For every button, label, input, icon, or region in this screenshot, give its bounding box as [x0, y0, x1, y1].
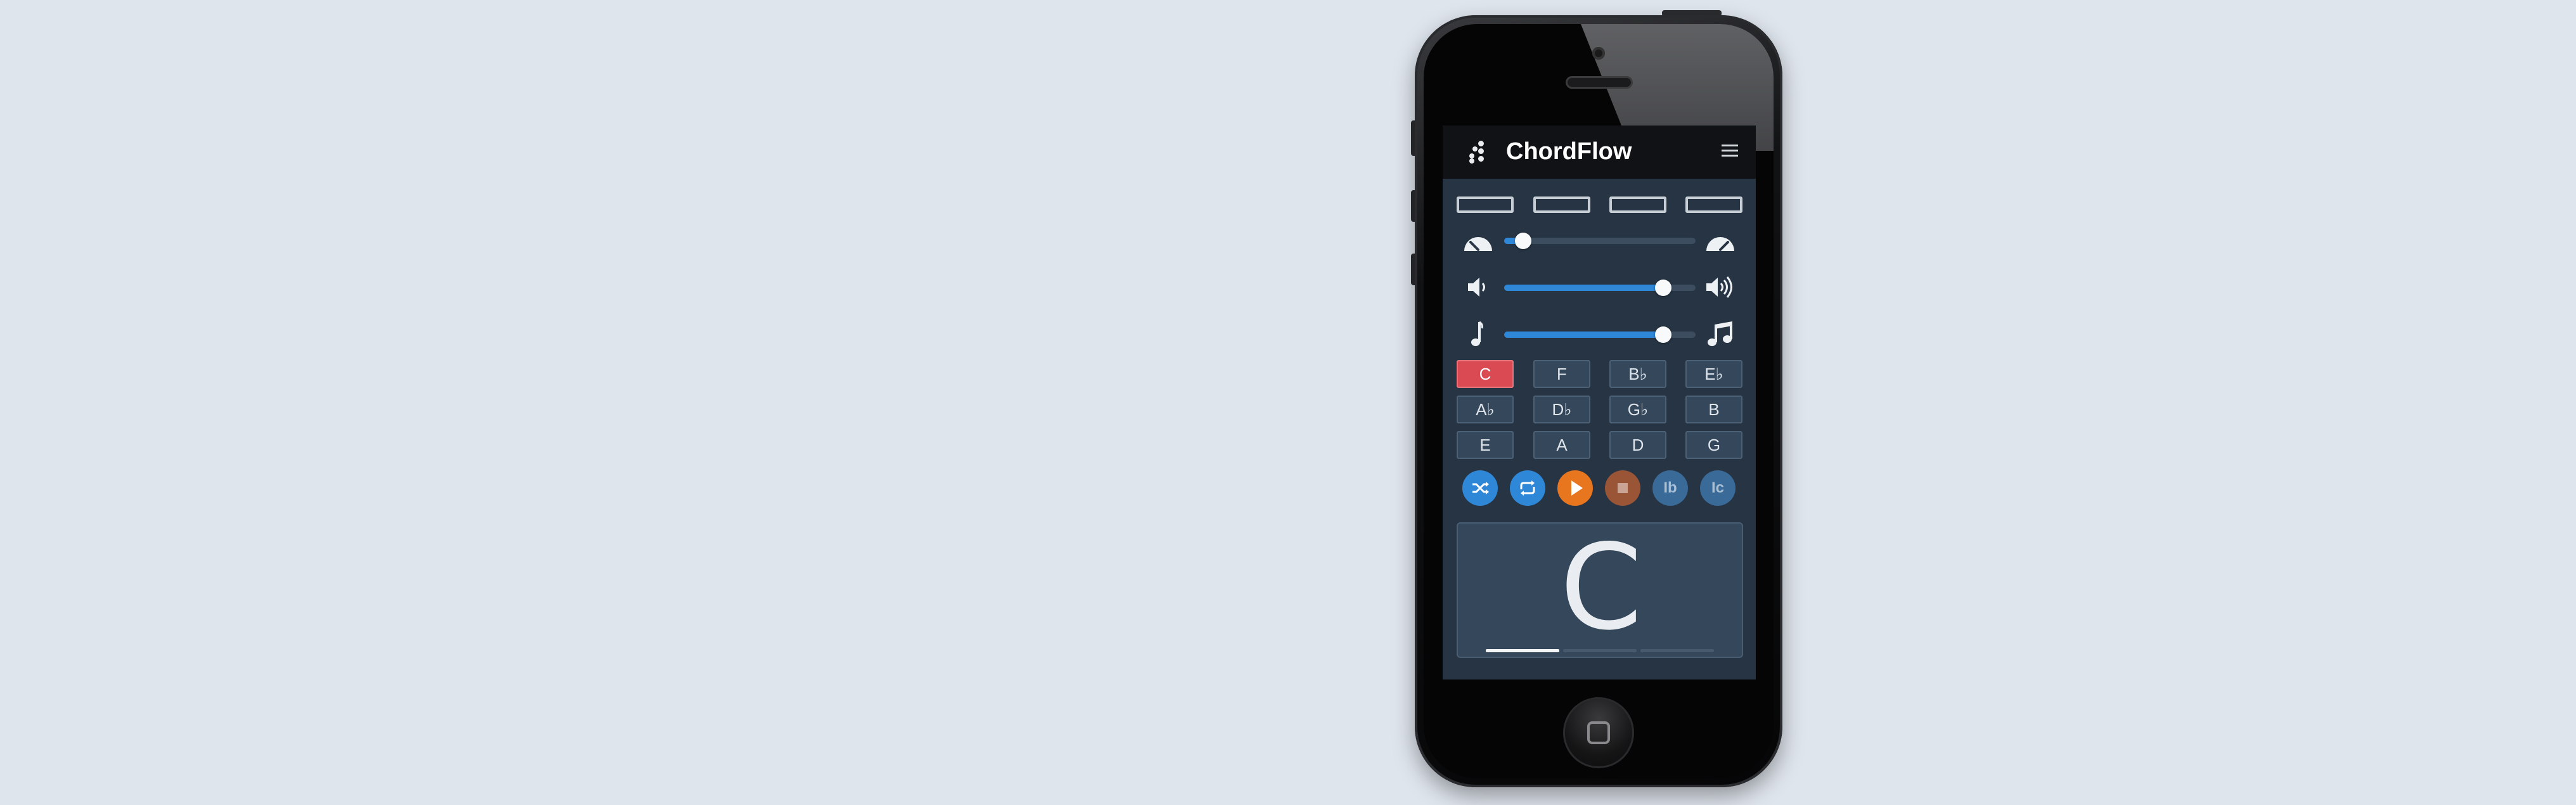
- key-button-d[interactable]: D: [1609, 431, 1666, 459]
- tempo-slider-track[interactable]: [1504, 233, 1696, 249]
- front-camera: [1592, 47, 1605, 60]
- progress-step-3: [1640, 649, 1714, 652]
- single-note-icon: [1471, 321, 1483, 346]
- inversion-b-button[interactable]: Ib: [1652, 470, 1688, 506]
- segment-button-4[interactable]: [1685, 196, 1742, 213]
- volume-slider-fill: [1504, 285, 1663, 291]
- hamburger-menu-icon[interactable]: [1722, 145, 1738, 157]
- fast-gauge-icon: [1706, 237, 1734, 251]
- shuffle-icon: [1472, 482, 1489, 494]
- inversion-c-button[interactable]: Ic: [1700, 470, 1736, 506]
- app-title: ChordFlow: [1506, 138, 1632, 165]
- chord-display: C: [1457, 522, 1743, 658]
- segment-button-3[interactable]: [1609, 196, 1666, 213]
- shuffle-button[interactable]: [1462, 470, 1498, 506]
- tempo-slider-row: [1443, 224, 1756, 256]
- stop-button[interactable]: [1605, 470, 1640, 506]
- app-header: ChordFlow: [1443, 126, 1756, 179]
- play-button[interactable]: [1557, 470, 1593, 506]
- note-slider-fill: [1504, 332, 1663, 338]
- repeat-button[interactable]: [1510, 470, 1545, 506]
- key-button-e[interactable]: E: [1457, 431, 1514, 459]
- home-button[interactable]: [1563, 697, 1634, 768]
- note-slider-thumb[interactable]: [1654, 326, 1671, 343]
- note-slider-row: [1443, 318, 1756, 350]
- volume-slider-track[interactable]: [1504, 280, 1696, 296]
- note-slider-track[interactable]: [1504, 326, 1696, 343]
- key-button-a[interactable]: A: [1533, 431, 1590, 459]
- tempo-slider-thumb[interactable]: [1515, 233, 1532, 249]
- key-button-g-flat[interactable]: G♭: [1609, 396, 1666, 423]
- key-button-b[interactable]: B: [1685, 396, 1742, 423]
- repeat-icon: [1520, 480, 1535, 496]
- double-note-icon: [1708, 321, 1732, 346]
- play-icon: [1571, 480, 1583, 496]
- key-button-a-flat[interactable]: A♭: [1457, 396, 1514, 423]
- key-button-d-flat[interactable]: D♭: [1533, 396, 1590, 423]
- volume-low-icon: [1468, 278, 1485, 297]
- volume-slider-row: [1443, 271, 1756, 303]
- earpiece-speaker: [1566, 76, 1633, 89]
- key-button-g[interactable]: G: [1685, 431, 1742, 459]
- segment-button-2[interactable]: [1533, 196, 1590, 213]
- stop-icon: [1618, 483, 1628, 493]
- key-button-f[interactable]: F: [1533, 360, 1590, 388]
- key-button-c[interactable]: C: [1457, 360, 1514, 388]
- key-button-e-flat[interactable]: E♭: [1685, 360, 1742, 388]
- app-logo-icon: [1467, 141, 1486, 164]
- progress-step-1: [1486, 649, 1559, 652]
- volume-high-icon: [1706, 276, 1732, 298]
- current-chord: C: [1560, 522, 1642, 656]
- segment-button-1[interactable]: [1457, 196, 1514, 213]
- progress-step-2: [1563, 649, 1637, 652]
- key-button-b-flat[interactable]: B♭: [1609, 360, 1666, 388]
- home-square-icon: [1587, 721, 1610, 744]
- volume-slider-thumb[interactable]: [1654, 280, 1671, 296]
- app-screen: ChordFlow C F B♭ E♭ A♭ D♭ G♭ B E A D G I…: [1443, 126, 1756, 679]
- slow-gauge-icon: [1464, 237, 1492, 251]
